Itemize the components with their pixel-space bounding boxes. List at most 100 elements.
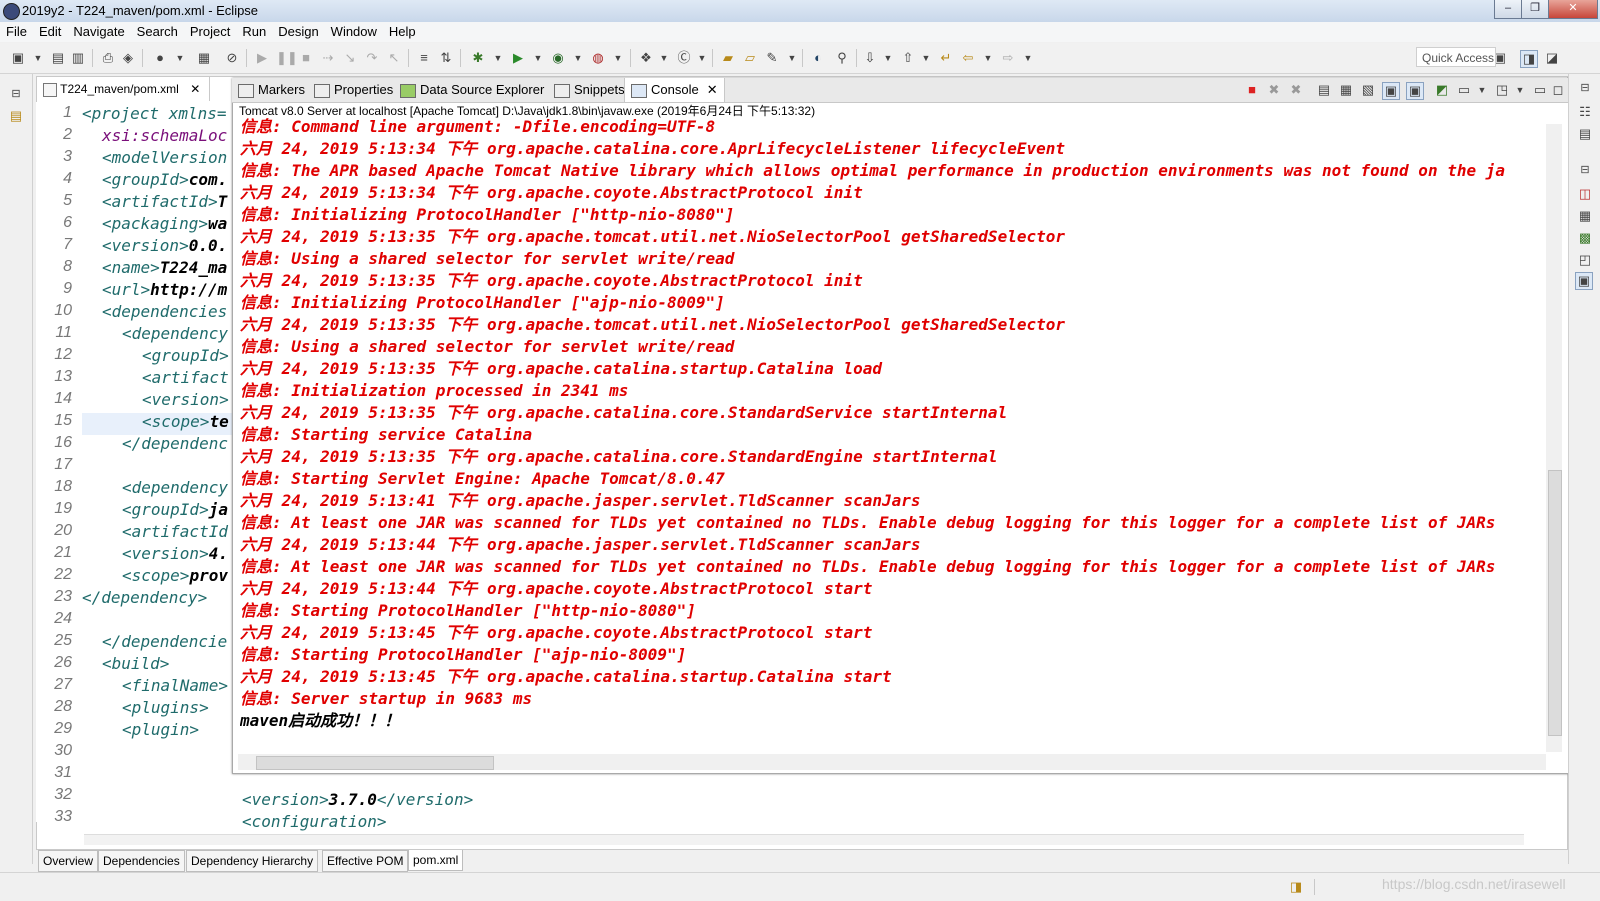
console-vertical-thumb[interactable]	[1548, 470, 1562, 736]
new-class-icon[interactable]: Ⓒ	[676, 50, 692, 66]
outline-icon[interactable]: ☷	[1577, 104, 1593, 120]
suspend-icon[interactable]: ❚❚	[276, 50, 298, 66]
task-list-icon[interactable]: ▤	[1577, 126, 1593, 142]
menu-design[interactable]: Design	[272, 22, 324, 42]
new-icon[interactable]: ▣	[10, 50, 26, 66]
forward-icon[interactable]: ⇨	[1000, 50, 1016, 66]
globe-icon[interactable]: ◐	[810, 50, 826, 66]
maximize-button[interactable]: ❐	[1521, 0, 1549, 19]
display-console-icon[interactable]: ▭	[1456, 82, 1472, 98]
close-icon[interactable]: ✕	[190, 82, 200, 96]
menu-edit[interactable]: Edit	[33, 22, 67, 42]
chevron-down-icon[interactable]: ▼	[880, 50, 896, 66]
disconnect-icon[interactable]: ⇢	[320, 50, 336, 66]
console-output[interactable]: 信息: Command line argument: -Dfile.encodi…	[240, 117, 1545, 737]
chevron-down-icon[interactable]: ▼	[656, 50, 672, 66]
java-ee-perspective-icon[interactable]: ◨	[1520, 50, 1538, 68]
chevron-down-icon[interactable]: ▼	[570, 50, 586, 66]
terminate-icon[interactable]: ■	[298, 50, 314, 66]
open-type-icon[interactable]: ◈	[120, 50, 136, 66]
chevron-down-icon[interactable]: ▼	[172, 50, 188, 66]
run-last-tool-icon[interactable]: ◉	[550, 50, 566, 66]
tab-overview[interactable]: Overview	[38, 850, 99, 872]
chevron-down-icon[interactable]: ▼	[1512, 82, 1528, 98]
skip-breakpoints-icon[interactable]: ⊘	[224, 50, 240, 66]
run-icon[interactable]: ▶	[510, 50, 526, 66]
restore-icon[interactable]: ⊟	[1577, 80, 1593, 96]
editor-horizontal-scrollbar[interactable]	[84, 834, 1524, 845]
remove-launch-icon[interactable]: ✖	[1266, 82, 1282, 98]
chevron-down-icon[interactable]: ▼	[918, 50, 934, 66]
close-button[interactable]: ✕	[1548, 0, 1598, 19]
menu-run[interactable]: Run	[236, 22, 272, 42]
close-icon[interactable]: ✕	[707, 82, 718, 97]
next-annotation-icon[interactable]: ⇩	[862, 50, 878, 66]
terminate-icon[interactable]: ■	[1244, 82, 1260, 98]
remove-all-icon[interactable]: ✖	[1288, 82, 1304, 98]
print-icon[interactable]: ⎙	[100, 50, 116, 66]
database-icon[interactable]: ▩	[1577, 230, 1593, 246]
debug-icon[interactable]: ●	[152, 50, 168, 66]
save-icon[interactable]: ▤	[50, 50, 66, 66]
console-horizontal-thumb[interactable]	[256, 756, 494, 770]
menu-help[interactable]: Help	[383, 22, 422, 42]
editor-code[interactable]: <project xmlns= xsi:schemaLoc <modelVers…	[82, 104, 232, 824]
previous-annotation-icon[interactable]: ⇧	[900, 50, 916, 66]
quick-access-input[interactable]: Quick Access	[1416, 47, 1496, 67]
notification-icon[interactable]: ◨	[1288, 879, 1304, 895]
chevron-down-icon[interactable]: ▼	[30, 50, 46, 66]
chevron-down-icon[interactable]: ▼	[1474, 82, 1490, 98]
minimize-button[interactable]: –	[1494, 0, 1522, 19]
restore-icon[interactable]: ⊟	[8, 86, 24, 102]
tab-dependency-hierarchy[interactable]: Dependency Hierarchy	[186, 850, 319, 872]
tab-properties[interactable]: Properties	[314, 78, 393, 102]
search-icon[interactable]: ⚲	[834, 50, 850, 66]
menu-search[interactable]: Search	[131, 22, 184, 42]
save-all-icon[interactable]: ▥	[70, 50, 86, 66]
coverage-icon[interactable]: ◍	[590, 50, 606, 66]
scroll-lock-icon[interactable]: ▦	[1338, 82, 1354, 98]
tab-markers[interactable]: Markers	[238, 78, 305, 102]
open-folder-icon[interactable]: ▰	[720, 50, 736, 66]
console-icon[interactable]: ▦	[196, 50, 212, 66]
tab-dependencies[interactable]: Dependencies	[98, 850, 185, 872]
menu-window[interactable]: Window	[325, 22, 383, 42]
step-return-icon[interactable]: ↖	[386, 50, 402, 66]
chevron-down-icon[interactable]: ▼	[1020, 50, 1036, 66]
code-line-32[interactable]: <version>3.7.0</version>	[242, 790, 473, 809]
markers-icon[interactable]: ◫	[1577, 186, 1593, 202]
maximize-view-icon[interactable]: ◻	[1550, 82, 1566, 98]
show-on-stderr-icon[interactable]: ▣	[1406, 82, 1424, 100]
console-icon[interactable]: ▣	[1575, 272, 1593, 290]
editor-tab-pom[interactable]: T224_maven/pom.xml ✕	[36, 76, 210, 101]
chevron-down-icon[interactable]: ▼	[530, 50, 546, 66]
properties-icon[interactable]: ▦	[1577, 208, 1593, 224]
show-on-stdout-icon[interactable]: ▣	[1382, 82, 1400, 100]
back-icon[interactable]: ⇦	[960, 50, 976, 66]
chevron-down-icon[interactable]: ▼	[694, 50, 710, 66]
open-console-icon[interactable]: ◳	[1494, 82, 1510, 98]
java-perspective-icon[interactable]: ◪	[1544, 50, 1560, 66]
tab-console[interactable]: Console ✕	[624, 78, 725, 102]
tab-pom-xml[interactable]: pom.xml	[408, 850, 464, 871]
menu-navigate[interactable]: Navigate	[67, 22, 130, 42]
chevron-down-icon[interactable]: ▼	[610, 50, 626, 66]
menu-project[interactable]: Project	[184, 22, 236, 42]
chevron-down-icon[interactable]: ▼	[784, 50, 800, 66]
menu-file[interactable]: File	[0, 22, 33, 42]
tab-effective-pom[interactable]: Effective POM	[322, 850, 409, 872]
tab-data-source-explorer[interactable]: Data Source Explorer	[400, 78, 544, 102]
pin-console-icon[interactable]: ◩	[1434, 82, 1450, 98]
clear-console-icon[interactable]: ▤	[1316, 82, 1332, 98]
package-explorer-icon[interactable]: ▤	[8, 108, 24, 124]
open-task-icon[interactable]: ▱	[742, 50, 758, 66]
chevron-down-icon[interactable]: ▼	[490, 50, 506, 66]
use-step-filters-icon[interactable]: ⇅	[438, 50, 454, 66]
tab-snippets[interactable]: Snippets	[554, 78, 625, 102]
new-java-project-icon[interactable]: ❖	[638, 50, 654, 66]
minimize-view-icon[interactable]: ▭	[1532, 82, 1548, 98]
resume-icon[interactable]: ▶	[254, 50, 270, 66]
step-into-icon[interactable]: ↘	[342, 50, 358, 66]
last-edit-location-icon[interactable]: ↵	[938, 50, 954, 66]
code-line-33[interactable]: <configuration>	[242, 812, 387, 831]
